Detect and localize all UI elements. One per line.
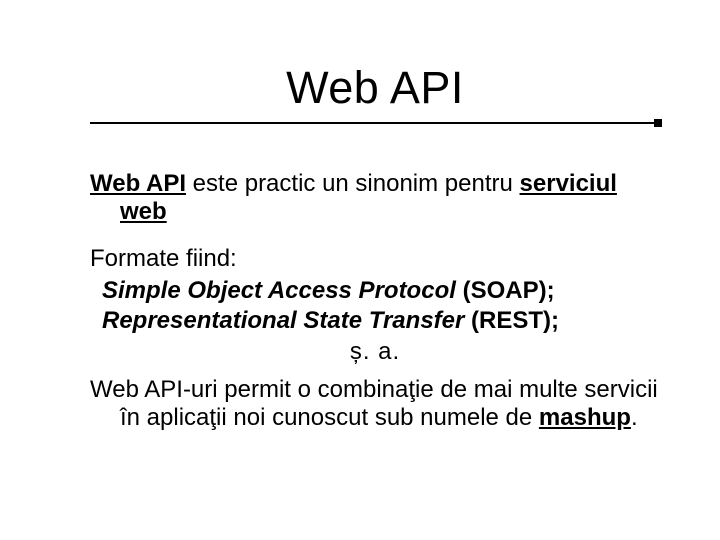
slide-body: Web API este practic un sinonim pentru s… bbox=[90, 170, 660, 451]
format-suffix: (SOAP); bbox=[456, 277, 555, 304]
closing-mashup: mashup bbox=[539, 404, 631, 431]
format-name: Simple Object Access Protocol bbox=[102, 277, 456, 304]
formats-label: Formate fiind: bbox=[90, 245, 660, 273]
intro-text-mid: este practic un sinonim pentru bbox=[186, 170, 520, 197]
title-underline bbox=[90, 122, 660, 124]
closing-post: . bbox=[631, 404, 638, 431]
title-area: Web API bbox=[90, 62, 660, 124]
format-suffix: (REST); bbox=[464, 307, 559, 334]
intro-paragraph: Web API este practic un sinonim pentru s… bbox=[90, 170, 660, 227]
format-name: Representational State Transfer bbox=[102, 307, 464, 334]
intro-term-webapi: Web API bbox=[90, 170, 186, 197]
format-item-soap: Simple Object Access Protocol (SOAP); bbox=[90, 277, 660, 305]
closing-paragraph: Web API-uri permit o combinaţie de mai m… bbox=[90, 376, 660, 433]
slide: Web API Web API este practic un sinonim … bbox=[0, 0, 720, 540]
format-item-rest: Representational State Transfer (REST); bbox=[90, 307, 660, 335]
etc-text: ș. a. bbox=[90, 338, 660, 366]
slide-title: Web API bbox=[90, 62, 660, 116]
